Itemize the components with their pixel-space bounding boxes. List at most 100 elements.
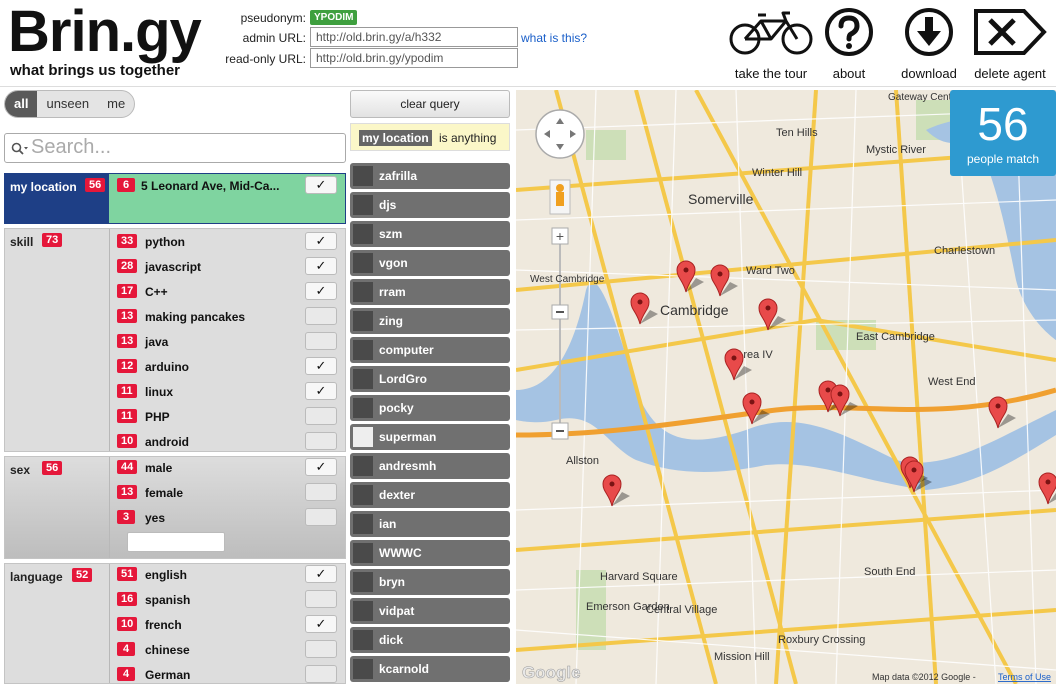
option-checkbox[interactable]: ✓ bbox=[305, 615, 337, 633]
option-checkbox[interactable] bbox=[305, 332, 337, 350]
facet-option[interactable]: 33 python ✓ bbox=[117, 231, 343, 253]
tab-me[interactable]: me bbox=[98, 91, 134, 117]
option-checkbox[interactable]: ✓ bbox=[305, 382, 337, 400]
person-row[interactable]: ian bbox=[350, 511, 510, 537]
option-checkbox[interactable]: ✓ bbox=[305, 176, 337, 194]
person-row[interactable]: kcarnold bbox=[350, 656, 510, 682]
map-place-label: Allston bbox=[566, 455, 599, 467]
map-canvas[interactable]: + Somerville Cambridge East Cambridge Allst… bbox=[516, 90, 1056, 684]
facet-option[interactable]: 10 french ✓ bbox=[117, 614, 343, 636]
map[interactable]: + Somerville Cambridge East Cambridge Allst… bbox=[516, 90, 1056, 684]
admin-url-field[interactable] bbox=[310, 27, 518, 47]
person-row[interactable]: computer bbox=[350, 337, 510, 363]
search-box[interactable]: Search... bbox=[4, 133, 346, 163]
person-name: vidpat bbox=[379, 604, 415, 618]
person-row[interactable]: bryn bbox=[350, 569, 510, 595]
facet-option[interactable]: 12 arduino ✓ bbox=[117, 356, 343, 378]
option-checkbox[interactable] bbox=[305, 665, 337, 683]
terms-of-use-link[interactable]: Terms of Use bbox=[998, 672, 1051, 682]
tab-unseen[interactable]: unseen bbox=[37, 91, 98, 117]
person-row[interactable]: szm bbox=[350, 221, 510, 247]
facet-option[interactable]: 4 German bbox=[117, 664, 343, 684]
take-tour-label: take the tour bbox=[734, 66, 808, 81]
download-label: download bbox=[901, 66, 957, 81]
option-checkbox[interactable]: ✓ bbox=[305, 232, 337, 250]
person-row[interactable]: vgon bbox=[350, 250, 510, 276]
option-checkbox[interactable]: ✓ bbox=[305, 257, 337, 275]
query-condition-tag[interactable]: my location bbox=[359, 130, 432, 146]
option-count: 51 bbox=[117, 567, 138, 581]
option-checkbox[interactable]: ✓ bbox=[305, 282, 337, 300]
facet-option[interactable]: 11 linux ✓ bbox=[117, 381, 343, 403]
pseudonym-badge: YPODIM bbox=[310, 10, 358, 25]
option-checkbox[interactable]: ✓ bbox=[305, 565, 337, 583]
facet-option[interactable]: 13 making pancakes bbox=[117, 306, 343, 328]
what-is-this-link[interactable]: what is this? bbox=[521, 31, 587, 45]
facet-count: 52 bbox=[72, 568, 93, 582]
person-row[interactable]: dexter bbox=[350, 482, 510, 508]
pseudonym-label: pseudonym: bbox=[240, 11, 306, 25]
delete-agent-button[interactable]: delete agent bbox=[966, 6, 1054, 81]
search-input[interactable]: Search... bbox=[31, 136, 111, 159]
clear-query-button[interactable]: clear query bbox=[350, 90, 510, 118]
person-name: pocky bbox=[379, 401, 414, 415]
person-row[interactable]: LordGro bbox=[350, 366, 510, 392]
person-row[interactable]: superman bbox=[350, 424, 510, 450]
person-row[interactable]: rram bbox=[350, 279, 510, 305]
option-checkbox[interactable] bbox=[305, 432, 337, 450]
app-logo[interactable]: Brin.gy bbox=[8, 0, 202, 64]
person-row[interactable]: pocky bbox=[350, 395, 510, 421]
facet-option[interactable]: 11 PHP bbox=[117, 406, 343, 428]
avatar bbox=[353, 601, 373, 621]
facet-option[interactable]: 10 android bbox=[117, 431, 343, 453]
person-row[interactable]: zafrilla bbox=[350, 163, 510, 189]
person-row[interactable]: djs bbox=[350, 192, 510, 218]
facet-option[interactable]: 13 java bbox=[117, 331, 343, 353]
option-count: 12 bbox=[117, 359, 138, 373]
about-button[interactable]: about bbox=[820, 6, 878, 81]
download-button[interactable]: download bbox=[894, 6, 964, 81]
tab-all[interactable]: all bbox=[5, 91, 38, 117]
person-name: bryn bbox=[379, 575, 406, 589]
person-name: computer bbox=[379, 343, 434, 357]
map-place-label: South End bbox=[864, 566, 915, 578]
custom-value-input[interactable] bbox=[127, 532, 225, 552]
option-count: 44 bbox=[117, 460, 138, 474]
facet-option[interactable]: 6 5 Leonard Ave, Mid-Ca... ✓ bbox=[117, 175, 343, 197]
person-row[interactable]: dick bbox=[350, 627, 510, 653]
avatar bbox=[353, 514, 373, 534]
facet-option[interactable]: 44 male ✓ bbox=[117, 457, 343, 479]
option-checkbox[interactable] bbox=[305, 407, 337, 425]
option-count: 13 bbox=[117, 309, 138, 323]
facet-option[interactable]: 3 yes bbox=[117, 507, 343, 529]
facet-option[interactable]: 16 spanish bbox=[117, 589, 343, 611]
facet-option[interactable]: 4 chinese bbox=[117, 639, 343, 661]
option-checkbox[interactable] bbox=[305, 508, 337, 526]
person-row[interactable]: andresmh bbox=[350, 453, 510, 479]
person-name: dexter bbox=[379, 488, 416, 502]
person-name: ian bbox=[379, 517, 397, 531]
readonly-url-field[interactable] bbox=[310, 48, 518, 68]
person-row[interactable]: WWWC bbox=[350, 540, 510, 566]
map-place-label: Harvard Square bbox=[600, 571, 678, 583]
option-checkbox[interactable]: ✓ bbox=[305, 357, 337, 375]
facet-option[interactable]: 13 female bbox=[117, 482, 343, 504]
facet-option[interactable]: 51 english ✓ bbox=[117, 564, 343, 586]
map-pan-control[interactable] bbox=[535, 109, 585, 159]
pegman-icon[interactable] bbox=[549, 179, 571, 215]
option-checkbox[interactable] bbox=[305, 307, 337, 325]
option-count: 10 bbox=[117, 617, 138, 631]
avatar bbox=[353, 398, 373, 418]
delete-agent-label: delete agent bbox=[974, 66, 1046, 81]
facet-option[interactable]: 17 C++ ✓ bbox=[117, 281, 343, 303]
option-checkbox[interactable]: ✓ bbox=[305, 458, 337, 476]
take-tour-button[interactable]: take the tour bbox=[726, 6, 816, 81]
person-row[interactable]: zing bbox=[350, 308, 510, 334]
option-checkbox[interactable] bbox=[305, 483, 337, 501]
facet-option[interactable]: 28 javascript ✓ bbox=[117, 256, 343, 278]
map-place-label: Cambridge bbox=[660, 302, 729, 318]
option-checkbox[interactable] bbox=[305, 590, 337, 608]
person-row[interactable]: vidpat bbox=[350, 598, 510, 624]
query-condition-text: is anything bbox=[439, 131, 497, 145]
option-checkbox[interactable] bbox=[305, 640, 337, 658]
